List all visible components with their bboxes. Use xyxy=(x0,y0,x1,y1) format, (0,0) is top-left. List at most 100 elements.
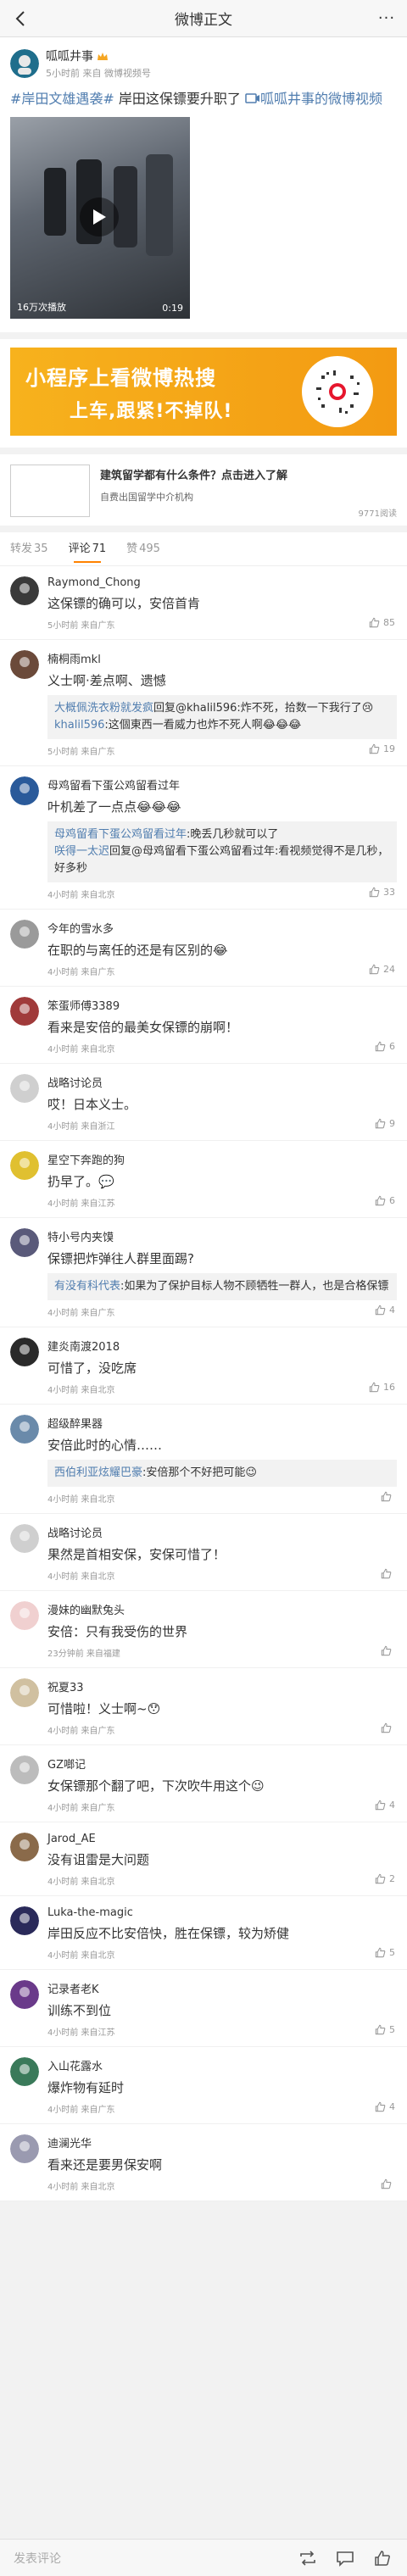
commenter-avatar[interactable] xyxy=(10,1151,39,1180)
comment-item[interactable]: 笨蛋师傅3389 看来是安倍的最美女保镖的崩啊！ 4小时前 来自北京 6 xyxy=(0,987,407,1064)
reply-user[interactable]: 母鸡留看下蛋公鸡留看过年 xyxy=(54,828,187,841)
commenter-avatar[interactable] xyxy=(10,920,39,949)
commenter-avatar[interactable] xyxy=(10,1524,39,1553)
author-name[interactable]: 呱呱井事 xyxy=(46,47,93,64)
comment-like-button[interactable]: 16 xyxy=(369,1382,395,1393)
tab-likes[interactable]: 赞 495 xyxy=(126,532,160,566)
comment-like-button[interactable]: 6 xyxy=(375,1195,395,1206)
commenter-avatar[interactable] xyxy=(10,1833,39,1861)
comment-like-button[interactable]: 5 xyxy=(375,1947,395,1958)
comment-item[interactable]: 星空下奔跑的狗 扔早了。💬 4小时前 来自江苏 6 xyxy=(0,1141,407,1218)
commenter-avatar[interactable] xyxy=(10,1678,39,1707)
comment-like-button[interactable] xyxy=(381,2178,395,2189)
comment-item[interactable]: 特小号内夹馍 保镖把炸弹往人群里面踢? 有没有科代表:如果为了保护目标人物不顾牺牲一… xyxy=(0,1218,407,1327)
commenter-avatar[interactable] xyxy=(10,650,39,679)
comment-like-button[interactable]: 19 xyxy=(369,743,395,754)
comment-item[interactable]: 战略讨论员 果然是首相安保，安保可惜了！ 4小时前 来自北京 xyxy=(0,1514,407,1591)
reply-thread[interactable]: 西伯利亚炫耀巴豪:安倍那个不好把可能😉 xyxy=(47,1460,397,1487)
comment-like-button[interactable]: 9 xyxy=(375,1118,395,1129)
commenter-name[interactable]: 笨蛋师傅3389 xyxy=(47,997,397,1013)
commenter-name[interactable]: 漫妹的幽默兔头 xyxy=(47,1601,397,1617)
comment-item[interactable]: 漫妹的幽默兔头 安倍：只有我受伤的世界 23分钟前 来自福建 xyxy=(0,1591,407,1668)
commenter-avatar[interactable] xyxy=(10,997,39,1026)
reply-user[interactable]: 咲得一太迟 xyxy=(54,845,109,858)
repost-button[interactable] xyxy=(297,2547,319,2569)
comment-item[interactable]: 迪澜光华 看来还是要男保安啊 4小时前 来自北京 xyxy=(0,2124,407,2201)
tab-reposts[interactable]: 转发 35 xyxy=(10,532,48,566)
post-author[interactable]: 呱呱井事 5小时前 来自 微博视频号 xyxy=(10,47,397,80)
comment-item[interactable]: 母鸡留看下蛋公鸡留看过年 叶机差了一点点😂😂😂 母鸡留看下蛋公鸡留看过年:晚丢几秒就… xyxy=(0,766,407,910)
comment-button[interactable] xyxy=(334,2547,356,2569)
comment-like-button[interactable]: 4 xyxy=(375,2101,395,2112)
reply-thread[interactable]: 大概佩洗衣粉就发疯回复@khalil596:炸不死，拾数一下我行了😢 khalil… xyxy=(47,695,397,739)
reply-user[interactable]: 大概佩洗衣粉就发疯 xyxy=(54,702,153,715)
comment-like-button[interactable]: 24 xyxy=(369,964,395,975)
comment-like-button[interactable]: 2 xyxy=(375,1873,395,1884)
comment-like-button[interactable]: 6 xyxy=(375,1041,395,1052)
ad-card[interactable]: 建筑留学都有什么条件？点击进入了解 自费出国留学中介机构 9771阅读 xyxy=(0,454,407,526)
back-button[interactable] xyxy=(10,8,31,29)
comment-item[interactable]: 记录者老K 训练不到位 4小时前 来自江苏 5 xyxy=(0,1970,407,2047)
video-link[interactable]: 呱呱井事的微博视频 xyxy=(260,91,382,107)
commenter-name[interactable]: Luka-the-magic xyxy=(47,1906,397,1919)
commenter-name[interactable]: Raymond_Chong xyxy=(47,576,397,589)
comment-item[interactable]: Jarod_AE 没有诅雷是大问题 4小时前 来自北京 2 xyxy=(0,1822,407,1896)
comment-item[interactable]: Luka-the-magic 岸田反应不比安倍快，胜在保镖，较为矫健 4小时前 来自… xyxy=(0,1896,407,1970)
comment-like-button[interactable]: 85 xyxy=(369,617,395,628)
commenter-name[interactable]: 星空下奔跑的狗 xyxy=(47,1151,397,1167)
commenter-name[interactable]: Jarod_AE xyxy=(47,1833,397,1845)
comment-like-button[interactable]: 33 xyxy=(369,887,395,898)
comment-item[interactable]: Raymond_Chong 这保镖的确可以，安倍首肯 5小时前 来自广东 85 xyxy=(0,566,407,640)
comment-item[interactable]: 超级醉果器 安倍此时的心情…… 西伯利亚炫耀巴豪:安倍那个不好把可能😉 4小时前 来自… xyxy=(0,1405,407,1514)
hashtag-link[interactable]: #岸田文雄遇袭# xyxy=(10,91,114,107)
mini-program-banner[interactable]: 小程序上看微博热搜 上车,跟紧!不掉队! xyxy=(10,348,397,436)
commenter-name[interactable]: 入山花露水 xyxy=(47,2057,397,2073)
tab-comments[interactable]: 评论 71 xyxy=(69,532,106,566)
commenter-name[interactable]: 战略讨论员 xyxy=(47,1074,397,1090)
commenter-avatar[interactable] xyxy=(10,2134,39,2163)
comment-like-button[interactable]: 4 xyxy=(375,1800,395,1811)
comment-item[interactable]: GZ啷记 女保镖那个翻了吧，下次吹牛用这个😉 4小时前 来自广东 4 xyxy=(0,1745,407,1822)
reply-thread[interactable]: 母鸡留看下蛋公鸡留看过年:晚丢几秒就可以了 咲得一太迟回复@母鸡留看下蛋公鸡留看过… xyxy=(47,821,397,882)
comment-like-button[interactable] xyxy=(381,1491,395,1502)
commenter-avatar[interactable] xyxy=(10,1980,39,2009)
commenter-avatar[interactable] xyxy=(10,1415,39,1444)
play-button[interactable] xyxy=(80,198,119,236)
commenter-name[interactable]: 记录者老K xyxy=(47,1980,397,1996)
commenter-avatar[interactable] xyxy=(10,2057,39,2086)
commenter-avatar[interactable] xyxy=(10,1074,39,1103)
commenter-name[interactable]: GZ啷记 xyxy=(47,1755,397,1772)
comment-like-button[interactable] xyxy=(381,1645,395,1656)
comment-like-button[interactable]: 5 xyxy=(375,2024,395,2035)
commenter-avatar[interactable] xyxy=(10,1906,39,1935)
commenter-name[interactable]: 战略讨论员 xyxy=(47,1524,397,1540)
comment-like-button[interactable]: 4 xyxy=(375,1305,395,1316)
comment-item[interactable]: 今年的雪水多 在职的与离任的还是有区别的😂 4小时前 来自广东 24 xyxy=(0,910,407,987)
commenter-name[interactable]: 今年的雪水多 xyxy=(47,920,397,936)
commenter-name[interactable]: 迪澜光华 xyxy=(47,2134,397,2150)
reply-user[interactable]: 有没有科代表 xyxy=(54,1280,120,1293)
comment-like-button[interactable] xyxy=(381,1722,395,1733)
commenter-avatar[interactable] xyxy=(10,576,39,605)
commenter-avatar[interactable] xyxy=(10,776,39,805)
comment-item[interactable]: 楠桐雨mkl 义士啊·差点啊、遗憾 大概佩洗衣粉就发疯回复@khalil596:炸不… xyxy=(0,640,407,766)
comment-item[interactable]: 战略讨论员 哎！日本义士。 4小时前 来自浙江 9 xyxy=(0,1064,407,1141)
commenter-name[interactable]: 母鸡留看下蛋公鸡留看过年 xyxy=(47,776,397,793)
commenter-avatar[interactable] xyxy=(10,1228,39,1257)
comment-item[interactable]: 入山花露水 爆炸物有延时 4小时前 来自广东 4 xyxy=(0,2047,407,2124)
comment-like-button[interactable] xyxy=(381,1568,395,1579)
commenter-avatar[interactable] xyxy=(10,1755,39,1784)
reply-thread[interactable]: 有没有科代表:如果为了保护目标人物不顾牺牲一群人，也是合格保镖 xyxy=(47,1273,397,1300)
comment-item[interactable]: 祝夏33 可惜啦！义士啊~😯 4小时前 来自广东 xyxy=(0,1668,407,1745)
author-avatar[interactable] xyxy=(10,49,39,78)
commenter-avatar[interactable] xyxy=(10,1601,39,1630)
more-options-button[interactable]: ··· xyxy=(376,9,397,27)
reply-user[interactable]: khalil596 xyxy=(54,719,104,732)
commenter-name[interactable]: 建炎南渡2018 xyxy=(47,1338,397,1354)
reply-user[interactable]: 西伯利亚炫耀巴豪 xyxy=(54,1466,142,1479)
commenter-name[interactable]: 楠桐雨mkl xyxy=(47,650,397,666)
ad-title[interactable]: 建筑留学都有什么条件？点击进入了解 xyxy=(100,466,287,482)
video-player[interactable]: 16万次播放 0:19 xyxy=(10,117,190,319)
commenter-avatar[interactable] xyxy=(10,1338,39,1366)
comment-item[interactable]: 建炎南渡2018 可惜了，没吃席 4小时前 来自北京 16 xyxy=(0,1327,407,1405)
